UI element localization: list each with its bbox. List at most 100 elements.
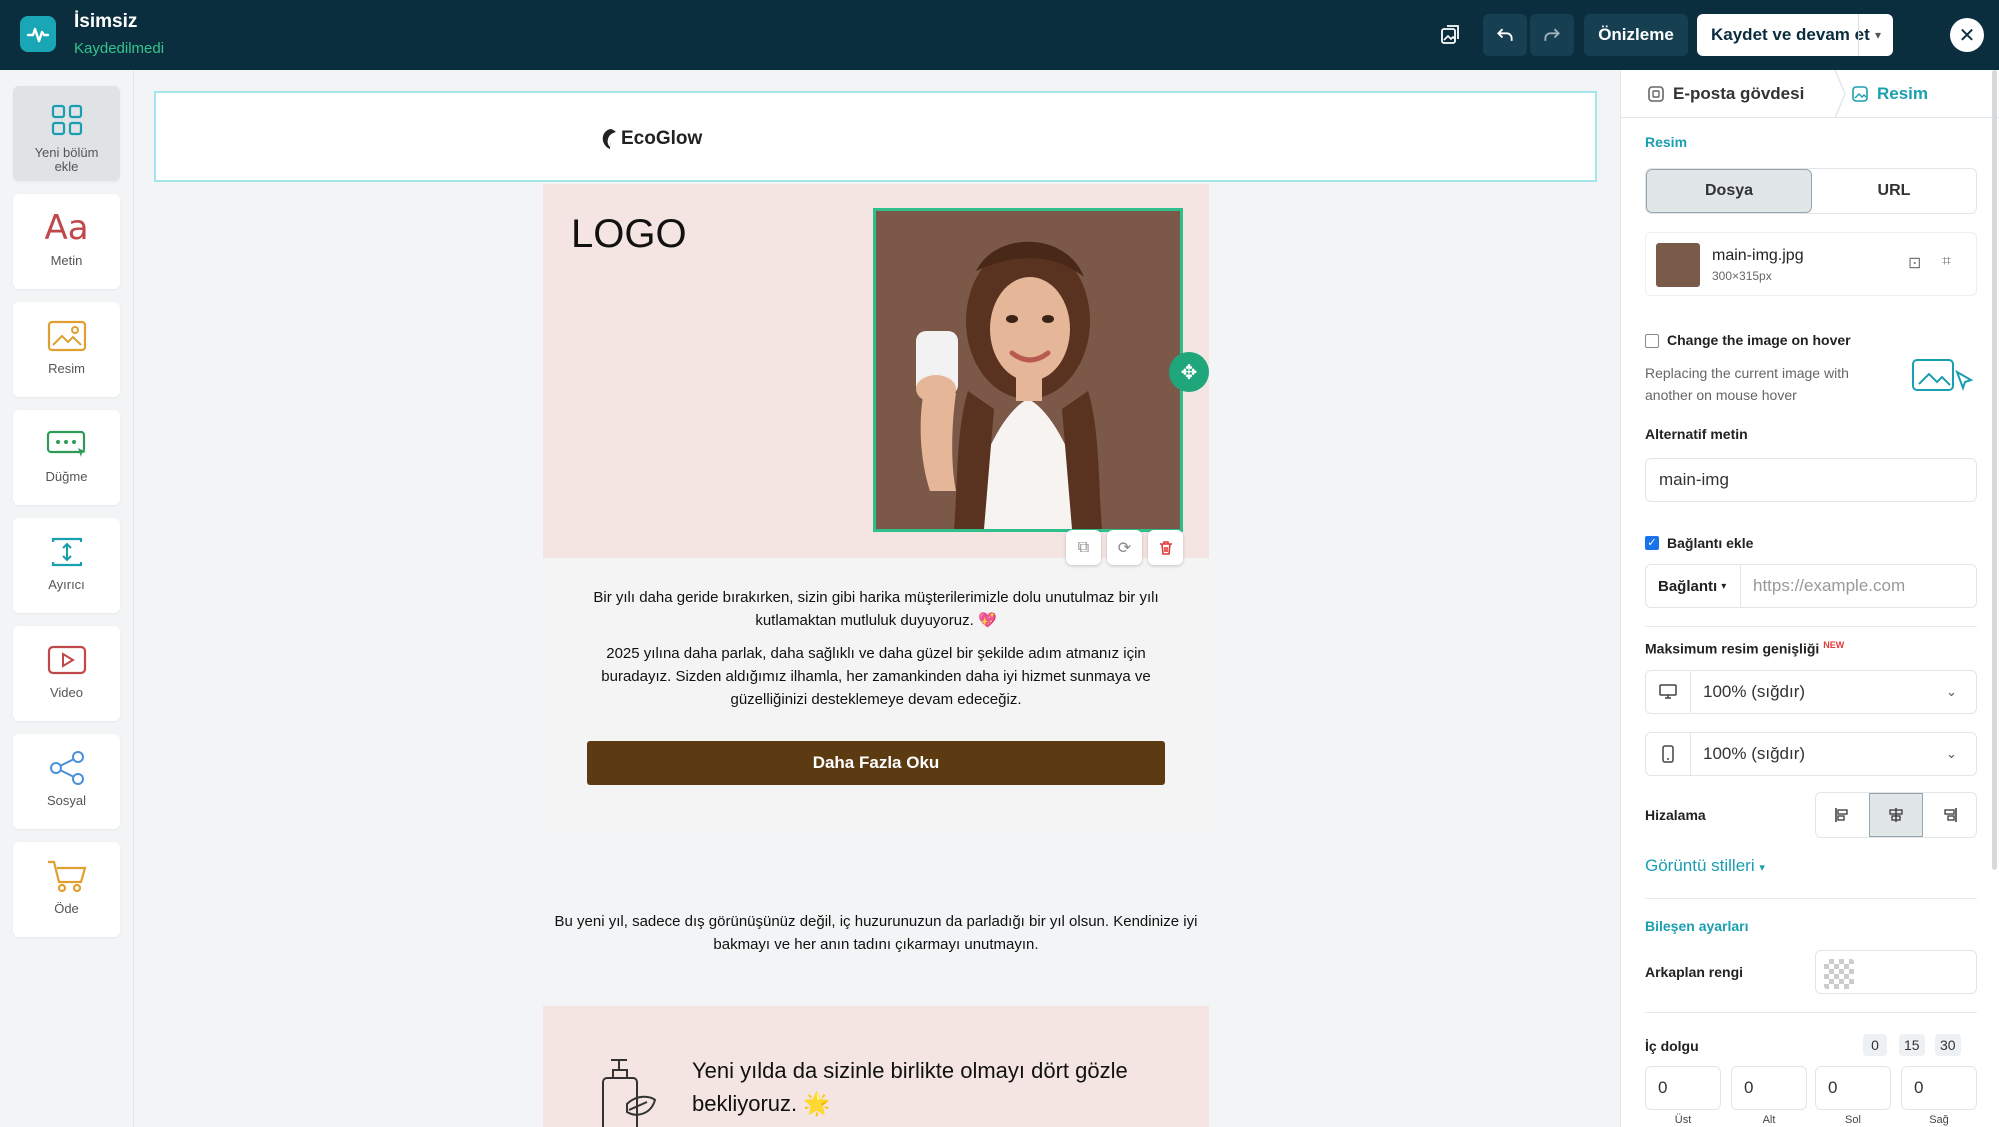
save-continue-button[interactable]: Kaydet ve devam et ▾ [1697,14,1893,56]
padding-top-label: Üst [1674,1114,1692,1126]
chevron-down-icon: ⌄ [1946,746,1957,761]
align-right-icon[interactable] [1923,793,1976,837]
chevron-down-icon: ▾ [1759,862,1765,874]
cart-icon [46,856,88,896]
grid-icon [50,100,84,140]
sidebar-item-video[interactable]: Video [13,626,120,721]
sidebar-item-image[interactable]: Resim [13,302,120,397]
file-size: 300×315px [1712,269,1772,283]
read-more-button[interactable]: Daha Fazla Oku [587,741,1165,785]
padding-right-label: Sağ [1929,1114,1949,1126]
block-sidebar: Yeni bölüm ekle Aa Metin Resim Düğme Ayı… [0,70,134,1127]
sidebar-item-pay[interactable]: Öde [13,842,120,937]
sidebar-item-text[interactable]: Aa Metin [13,194,120,289]
padding-right-input[interactable]: 0 [1901,1066,1977,1110]
note-paragraph[interactable]: Bu yeni yıl, sadece dış görünüşünüz deği… [543,910,1209,956]
add-link-label[interactable]: Bağlantı ekle [1667,535,1753,551]
gallery-icon [1441,25,1459,44]
delete-icon[interactable] [1148,530,1183,565]
move-handle-icon[interactable]: ✥ [1169,352,1209,392]
logo-placeholder[interactable]: LOGO [571,212,687,257]
alt-text-input[interactable]: main-img [1645,458,1977,502]
file-option[interactable]: Dosya [1646,169,1812,213]
padding-preset-15[interactable]: 15 [1899,1034,1925,1056]
document-title[interactable]: İsimsiz [74,11,137,33]
tab-image[interactable]: Resim [1851,84,1928,104]
alignment-toggle [1815,792,1977,838]
undo-button[interactable] [1483,14,1527,56]
redo-button[interactable] [1530,14,1574,56]
max-width-text: Maksimum resim genişliği [1645,640,1820,657]
crop-icon[interactable]: ⌗ [1942,253,1951,271]
swap-image-icon[interactable]: ⟳ [1107,530,1142,565]
link-type-dropdown[interactable]: Bağlantı ▾ [1645,564,1741,608]
link-url-input[interactable]: https://example.com [1740,564,1977,608]
background-color-picker[interactable] [1815,950,1977,994]
hover-image-label[interactable]: Change the image on hover [1667,332,1851,348]
image-toolbar: ⧉ ⟳ [1066,530,1183,565]
sidebar-item-label: Öde [54,901,79,916]
brand-name: EcoGlow [621,128,703,149]
divider-icon [47,532,87,572]
email-body-icon [1648,86,1664,102]
close-button[interactable]: ✕ [1950,18,1984,52]
paragraph-2[interactable]: 2025 yılına daha parlak, daha sağlıklı v… [581,642,1171,711]
save-status: Kaydedilmedi [74,40,165,57]
mobile-width-select[interactable]: 100% (sığdır) ⌄ [1645,732,1977,776]
file-name: main-img.jpg [1712,247,1804,264]
settings-panel: E-posta gövdesi Resim Resim Dosya URL ma… [1620,70,1999,1127]
sidebar-item-new-section[interactable]: Yeni bölüm ekle [13,86,120,181]
share-icon [48,748,86,788]
email-canvas[interactable]: EcoGlow LOGO ✥ ⧉ ⟳ Bir yılı daha geride … [135,70,1619,1127]
closing-section[interactable]: Yeni yılda da sizinle birlikte olmayı dö… [543,1006,1209,1127]
tab-email-body[interactable]: E-posta gövdesi [1647,84,1804,104]
duplicate-icon[interactable]: ⧉ [1066,530,1101,565]
new-badge: NEW [1823,640,1845,650]
hover-image-description: Replacing the current image with another… [1645,365,1849,403]
hover-image-illustration-icon [1909,358,1974,403]
padding-preset-30[interactable]: 30 [1935,1034,1961,1056]
sidebar-item-button[interactable]: Düğme [13,410,120,505]
divider [1645,898,1977,899]
upload-icon[interactable]: ⊡ [1908,253,1921,273]
chevron-down-icon[interactable]: ▾ [1875,28,1881,42]
gallery-button[interactable] [1431,14,1471,56]
padding-top-input[interactable]: 0 [1645,1066,1721,1110]
main-image[interactable] [873,208,1183,532]
header-section[interactable]: EcoGlow [154,91,1597,182]
brand-logo[interactable]: EcoGlow [599,127,702,151]
chevron-down-icon: ⌄ [1946,684,1957,699]
image-icon [47,316,87,356]
closing-text[interactable]: Yeni yılda da sizinle birlikte olmayı dö… [692,1054,1172,1120]
sidebar-item-social[interactable]: Sosyal [13,734,120,829]
padding-preset-0[interactable]: 0 [1863,1034,1887,1056]
tab-image-label: Resim [1877,84,1929,103]
text-section[interactable]: Bir yılı daha geride bırakırken, sizin g… [543,558,1209,829]
hover-image-checkbox[interactable] [1645,334,1659,348]
image-thumbnail [1656,243,1700,287]
align-left-icon[interactable] [1816,793,1869,837]
woman-photo [876,211,1180,529]
paragraph-1[interactable]: Bir yılı daha geride bırakırken, sizin g… [581,586,1171,632]
padding-bottom-input[interactable]: 0 [1731,1066,1807,1110]
hero-section[interactable]: LOGO ✥ ⧉ ⟳ [543,184,1209,565]
align-center-icon[interactable] [1868,793,1924,837]
add-link-checkbox[interactable]: ✓ [1645,536,1659,550]
preview-button[interactable]: Önizleme [1584,14,1688,56]
sidebar-item-label: Sosyal [46,793,87,808]
sidebar-item-divider[interactable]: Ayırıcı [13,518,120,613]
url-option[interactable]: URL [1812,169,1976,213]
panel-scrollbar[interactable] [1992,70,1997,870]
breadcrumb-separator-icon [1834,70,1846,118]
email-body[interactable]: LOGO ✥ ⧉ ⟳ Bir yılı daha geride bırakırk… [543,184,1209,829]
file-card: main-img.jpg 300×315px ⊡ ⌗ [1645,232,1977,296]
background-color-label: Arkaplan rengi [1645,964,1744,980]
image-styles-toggle[interactable]: Görüntü stilleri ▾ [1645,856,1765,876]
padding-left-input[interactable]: 0 [1815,1066,1891,1110]
app-logo-icon[interactable] [20,16,56,52]
desktop-width-select[interactable]: 100% (sığdır) ⌄ [1645,670,1977,714]
image-section-title: Resim [1645,134,1688,150]
desktop-width-value: 100% (sığdır) [1703,682,1806,701]
image-styles-label: Görüntü stilleri [1645,856,1755,875]
sidebar-item-label: Yeni bölüm ekle [34,145,99,174]
